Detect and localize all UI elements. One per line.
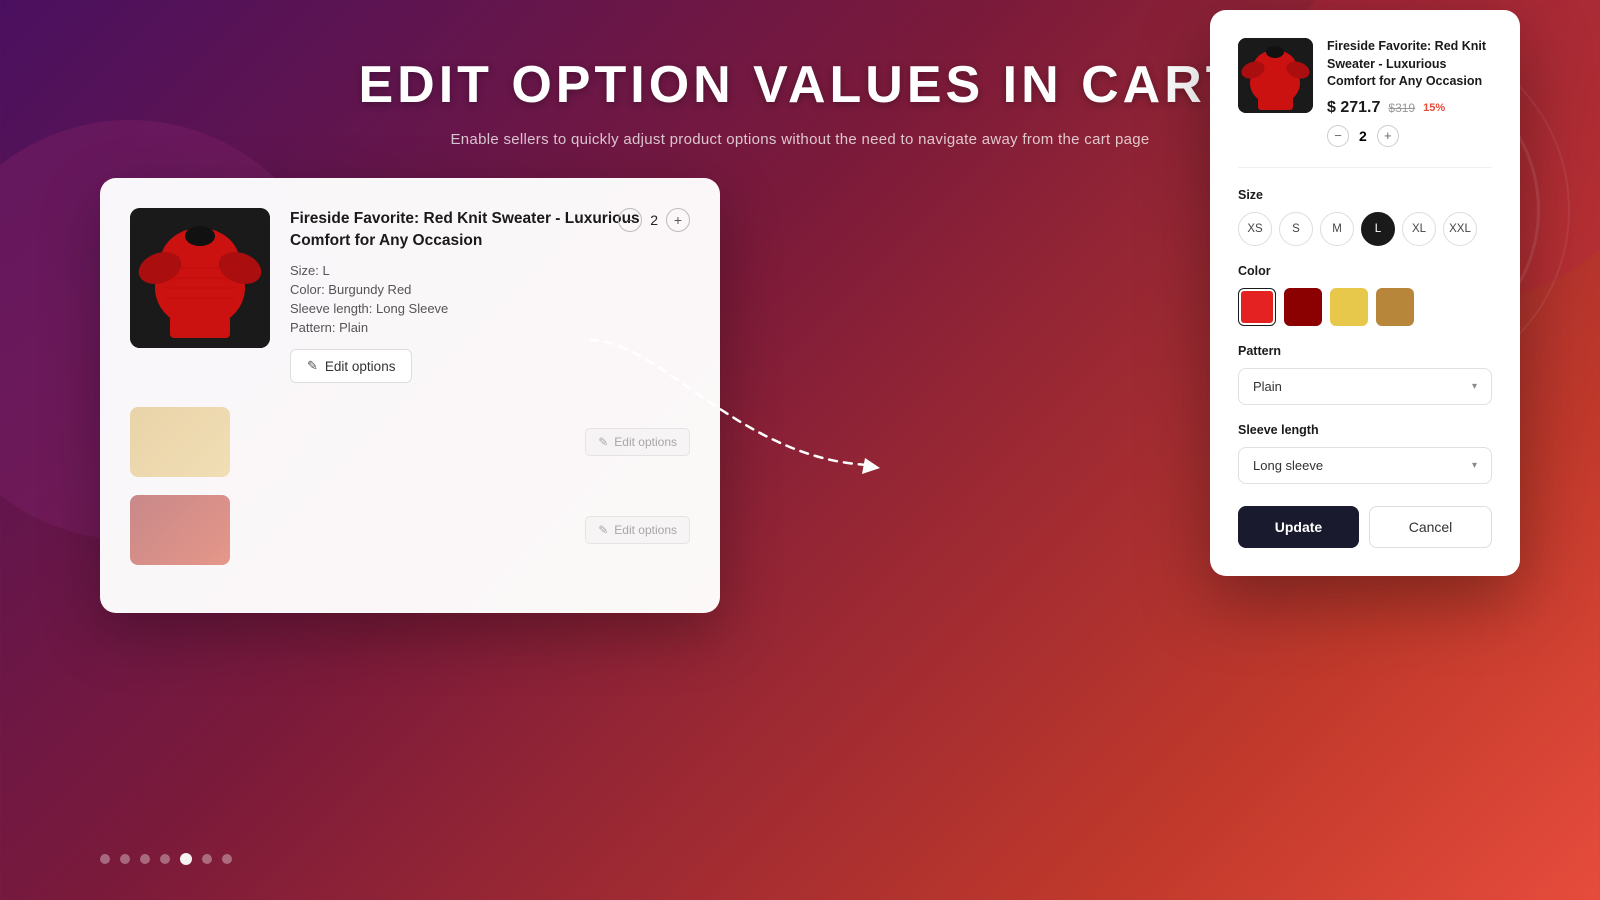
edit-options-label: Edit options — [325, 359, 396, 374]
ghost-edit-button-2[interactable]: ✎ Edit options — [585, 516, 690, 544]
edit-options-button[interactable]: ✎ Edit options — [290, 349, 412, 383]
minus-icon: − — [626, 212, 634, 228]
cart-item: Fireside Favorite: Red Knit Sweater - Lu… — [130, 208, 690, 383]
qty-decrease-button[interactable]: − — [618, 208, 642, 232]
dot-5[interactable] — [180, 853, 192, 865]
cart-qty-value: 2 — [650, 212, 658, 228]
modal-sleeve-select[interactable]: Long sleeve ▾ — [1238, 447, 1492, 484]
modal-plus-icon: + — [1384, 128, 1392, 143]
modal-minus-icon: − — [1334, 128, 1342, 143]
cart-item-image — [130, 208, 270, 348]
ghost-item-image-2 — [130, 495, 230, 565]
item-option-color: Color: Burgundy Red — [290, 282, 690, 297]
modal-color-section: Color — [1238, 264, 1492, 326]
modal-qty-value: 2 — [1359, 128, 1367, 144]
size-xs[interactable]: XS — [1238, 212, 1272, 246]
color-options — [1238, 288, 1492, 326]
modal-product-header: Fireside Favorite: Red Knit Sweater - Lu… — [1238, 38, 1492, 168]
item-option-sleeve: Sleeve length: Long Sleeve — [290, 301, 690, 316]
dot-2[interactable] — [120, 854, 130, 864]
size-options: XS S M L XL XXL — [1238, 212, 1492, 246]
cart-item-ghost-2: ✎ Edit options — [130, 495, 690, 565]
plus-icon: + — [674, 212, 682, 228]
modal-sleeve-section: Sleeve length Long sleeve ▾ — [1238, 423, 1492, 484]
size-m[interactable]: M — [1320, 212, 1354, 246]
ghost-item-image-1 — [130, 407, 230, 477]
pencil-icon-ghost-2: ✎ — [598, 523, 608, 537]
cart-qty-controls: − 2 + — [618, 208, 690, 232]
pagination — [100, 853, 232, 865]
size-xl[interactable]: XL — [1402, 212, 1436, 246]
ghost-edit-label-1: Edit options — [614, 435, 677, 449]
size-s[interactable]: S — [1279, 212, 1313, 246]
color-swatch-tan[interactable] — [1376, 288, 1414, 326]
modal-product-info: Fireside Favorite: Red Knit Sweater - Lu… — [1327, 38, 1492, 147]
modal-product-image — [1238, 38, 1313, 113]
size-l[interactable]: L — [1361, 212, 1395, 246]
modal-price-current: $ 271.7 — [1327, 99, 1380, 117]
modal-qty-decrease-button[interactable]: − — [1327, 125, 1349, 147]
dot-3[interactable] — [140, 854, 150, 864]
cart-item-ghost-1: ✎ Edit options — [130, 407, 690, 477]
color-swatch-red[interactable] — [1238, 288, 1276, 326]
modal-price-discount: 15% — [1423, 102, 1445, 114]
modal-size-section: Size XS S M L XL XXL — [1238, 188, 1492, 246]
modal-pattern-section: Pattern Plain ▾ — [1238, 344, 1492, 405]
modal-color-label: Color — [1238, 264, 1492, 278]
qty-increase-button[interactable]: + — [666, 208, 690, 232]
pattern-chevron-icon: ▾ — [1472, 381, 1477, 392]
dot-6[interactable] — [202, 854, 212, 864]
color-swatch-dark-red[interactable] — [1284, 288, 1322, 326]
modal-qty-increase-button[interactable]: + — [1377, 125, 1399, 147]
edit-modal: Fireside Favorite: Red Knit Sweater - Lu… — [1210, 10, 1520, 576]
modal-product-name: Fireside Favorite: Red Knit Sweater - Lu… — [1327, 38, 1492, 91]
dot-1[interactable] — [100, 854, 110, 864]
cancel-button[interactable]: Cancel — [1369, 506, 1492, 548]
color-swatch-yellow[interactable] — [1330, 288, 1368, 326]
item-option-size: Size: L — [290, 263, 690, 278]
modal-size-label: Size — [1238, 188, 1492, 202]
item-options-list: Size: L Color: Burgundy Red Sleeve lengt… — [290, 263, 690, 335]
cart-item-details: Fireside Favorite: Red Knit Sweater - Lu… — [290, 208, 690, 383]
modal-pattern-label: Pattern — [1238, 344, 1492, 358]
item-option-pattern: Pattern: Plain — [290, 320, 690, 335]
modal-qty-row: − 2 + — [1327, 125, 1492, 147]
ghost-edit-button-1[interactable]: ✎ Edit options — [585, 428, 690, 456]
pencil-icon: ✎ — [307, 358, 318, 374]
cart-panel: − 2 + — [100, 178, 720, 613]
size-xxl[interactable]: XXL — [1443, 212, 1477, 246]
modal-price-original: $319 — [1388, 101, 1415, 115]
ghost-edit-label-2: Edit options — [614, 523, 677, 537]
sleeve-chevron-icon: ▾ — [1472, 460, 1477, 471]
modal-pattern-select[interactable]: Plain ▾ — [1238, 368, 1492, 405]
modal-price-row: $ 271.7 $319 15% — [1327, 99, 1492, 117]
modal-pattern-value: Plain — [1253, 379, 1282, 394]
dot-7[interactable] — [222, 854, 232, 864]
dot-4[interactable] — [160, 854, 170, 864]
pencil-icon-ghost-1: ✎ — [598, 435, 608, 449]
update-button[interactable]: Update — [1238, 506, 1359, 548]
modal-sleeve-value: Long sleeve — [1253, 458, 1323, 473]
modal-actions: Update Cancel — [1238, 506, 1492, 548]
modal-sleeve-label: Sleeve length — [1238, 423, 1492, 437]
